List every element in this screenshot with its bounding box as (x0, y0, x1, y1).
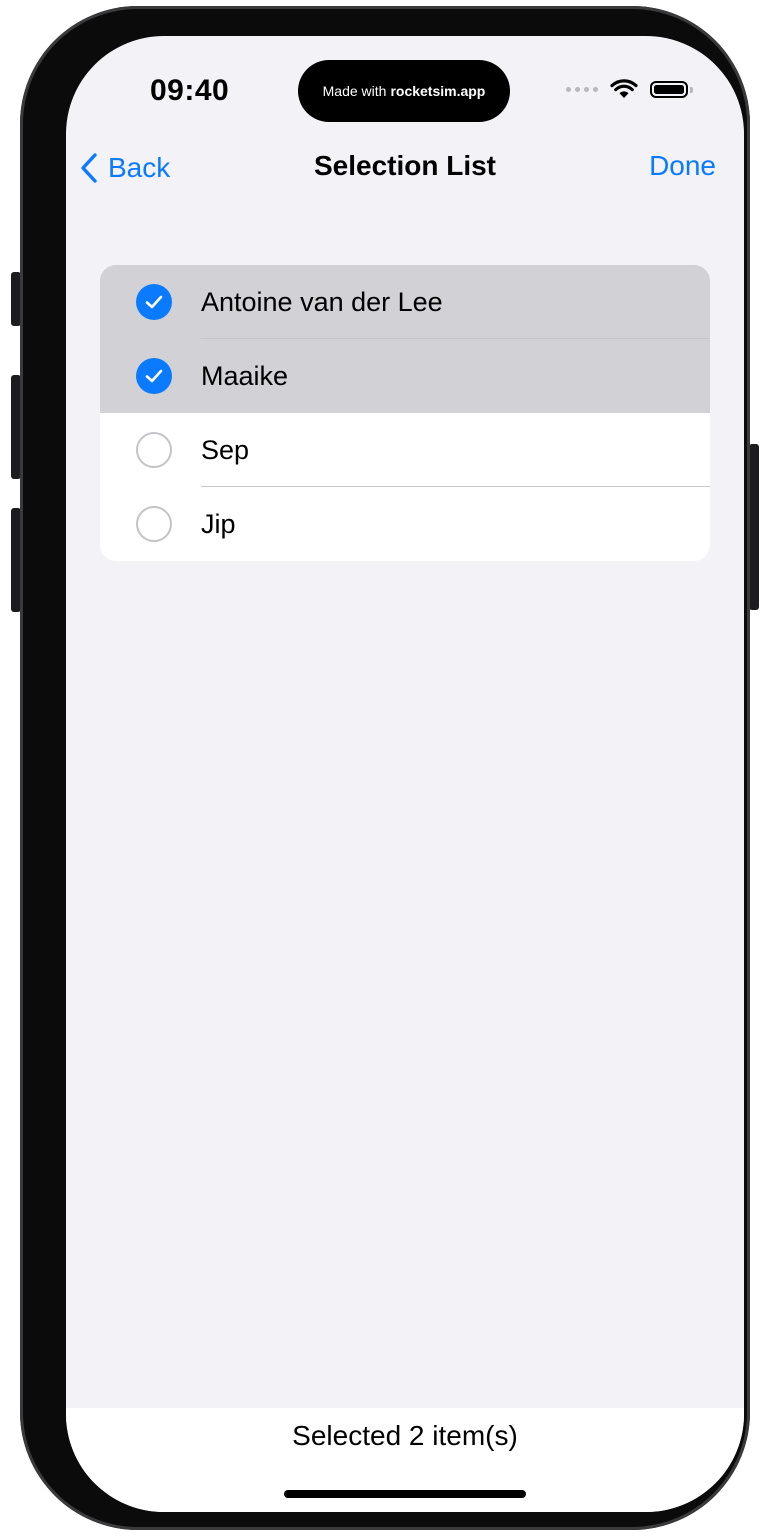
bottom-bar: Selected 2 item(s) (66, 1408, 744, 1512)
list-item-label: Maaike (201, 360, 289, 391)
empty-circle-icon (136, 432, 172, 468)
checkmark-circle-icon (136, 284, 172, 320)
checkmark-circle-icon (136, 358, 172, 394)
home-indicator[interactable] (284, 1490, 526, 1498)
list-item[interactable]: Antoine van der Lee (100, 265, 710, 339)
battery-icon (650, 80, 693, 98)
screen: 09:40 Made with rocketsim.app Back Selec… (66, 36, 744, 1512)
phone-frame: 09:40 Made with rocketsim.app Back Selec… (20, 6, 750, 1530)
island-prefix: Made with (322, 83, 387, 99)
list-item-label: Sep (201, 434, 250, 465)
list-item-label: Antoine van der Lee (201, 286, 443, 317)
selection-count-label: Selected 2 item(s) (292, 1420, 518, 1451)
status-time: 09:40 (150, 74, 230, 107)
done-button[interactable]: Done (649, 150, 716, 182)
page-title: Selection List (313, 150, 497, 181)
cellular-icon (566, 86, 598, 92)
list-item[interactable]: Sep (100, 413, 710, 487)
list-item-label: Jip (201, 508, 236, 539)
dynamic-island: Made with rocketsim.app (298, 60, 510, 122)
island-brand: rocketsim.app (390, 83, 486, 99)
power-button (749, 444, 759, 610)
wifi-icon (610, 79, 638, 98)
selection-list: Antoine van der Lee Maaike Sep Jip (100, 265, 710, 561)
list-item[interactable]: Maaike (100, 339, 710, 413)
list-item[interactable]: Jip (100, 487, 710, 561)
status-icons (566, 78, 693, 100)
empty-circle-icon (136, 506, 172, 542)
